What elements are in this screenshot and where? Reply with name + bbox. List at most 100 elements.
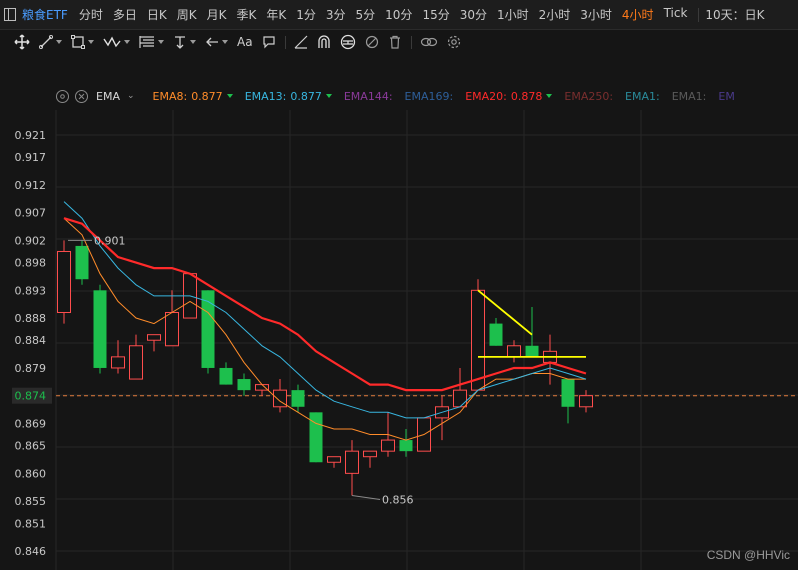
candle-body-down	[309, 412, 323, 463]
trend-arrow-icon	[325, 94, 332, 98]
candle-body-down	[399, 440, 413, 452]
candle-body-up	[363, 450, 377, 458]
candle-body-up	[381, 439, 395, 452]
candle	[255, 384, 269, 396]
legend-item[interactable]: EMA8: 0.877	[153, 90, 233, 103]
candle-body-down	[291, 390, 305, 407]
candle-body-down	[93, 290, 107, 368]
gear-icon[interactable]	[56, 89, 69, 103]
candle	[561, 379, 575, 424]
price-tick-label: 0.851	[15, 517, 47, 530]
candle	[93, 284, 107, 374]
price-tick-label: 0.884	[15, 334, 47, 347]
legend-item[interactable]: EMA20: 0.878	[465, 89, 553, 103]
legend-item-name: EMA144:	[343, 89, 393, 103]
candle-body-up	[111, 356, 125, 369]
candle	[201, 290, 215, 374]
low-price-label: 0.856	[382, 494, 414, 507]
price-tick-label: 0.898	[15, 257, 47, 270]
candle-body-down	[489, 323, 503, 346]
candle	[75, 240, 89, 285]
candle	[489, 318, 503, 346]
legend-item[interactable]: EMA169:	[405, 90, 454, 103]
price-tick-label: 0.888	[15, 312, 47, 325]
high-price-label: 0.901	[94, 234, 126, 247]
candle-body-down	[219, 367, 233, 385]
ema13-line	[63, 201, 587, 419]
candle	[453, 367, 467, 408]
chart-labels: 0.901 0.856	[68, 234, 414, 507]
legend-item-name: EMA169:	[404, 89, 454, 103]
price-tick-label: 0.893	[15, 284, 47, 297]
legend-item-name: EMA13:	[244, 89, 287, 103]
legend-item-value: 0.877	[191, 89, 223, 103]
legend-item[interactable]: EMA250:	[564, 90, 613, 103]
ema-lines	[63, 201, 587, 441]
legend-item-name: EMA1:	[625, 89, 660, 103]
candle	[327, 456, 341, 468]
price-tick-label: 0.907	[15, 207, 47, 220]
candle	[309, 412, 323, 463]
candle	[363, 450, 377, 468]
candle-body-up	[507, 345, 521, 358]
candle	[471, 279, 485, 391]
price-tick-label: 0.846	[15, 545, 47, 558]
indicator-name[interactable]: EMA	[96, 90, 120, 103]
candle-body-up	[453, 389, 467, 408]
legend-item-name: EMA1:	[671, 89, 707, 103]
price-tick-label: 0.917	[15, 151, 47, 164]
legend-item-name: EMA20:	[465, 89, 507, 103]
candle-body-up	[471, 289, 485, 391]
candle	[543, 334, 557, 385]
candle	[57, 240, 71, 324]
trend-arrow-icon	[226, 94, 233, 98]
candle-body-up	[165, 311, 179, 347]
candle-body-up	[327, 456, 341, 463]
ema8-line	[63, 217, 586, 441]
candle	[435, 395, 449, 441]
candle	[399, 428, 413, 457]
legend-item[interactable]: EMA1:	[625, 90, 660, 103]
legend-item-value: 0.878	[510, 89, 543, 103]
candle	[291, 384, 305, 413]
price-tick-label: 0.921	[15, 129, 47, 142]
legend-item[interactable]: EM	[718, 90, 734, 103]
close-icon[interactable]	[75, 89, 88, 103]
legend-item[interactable]: EMA13: 0.877	[245, 90, 332, 103]
indicator-legend: EMA ⌄ EMA8: 0.877 EMA13: 0.877 EMA144: EMA169…	[0, 86, 735, 106]
candle-body-down	[525, 345, 539, 357]
chevron-down-icon[interactable]: ⌄	[127, 91, 135, 101]
candle-body-up	[579, 395, 593, 408]
candle	[219, 362, 233, 385]
watermark: CSDN @HHVic	[706, 548, 790, 562]
candle-body-down	[75, 245, 89, 280]
candle-body-up	[57, 250, 71, 313]
candle	[129, 334, 143, 380]
price-tick-label: 0.912	[15, 179, 47, 192]
price-tick-label: 0.902	[15, 234, 47, 247]
candle	[237, 373, 251, 396]
candle	[273, 379, 287, 413]
price-tick-label: 0.874	[15, 390, 47, 403]
price-tick-label: 0.865	[15, 440, 47, 453]
candle-body-up	[129, 345, 143, 380]
legend-item[interactable]: EMA1:	[672, 90, 707, 103]
candle-body-down	[237, 379, 251, 391]
legend-item-name: EMA8:	[152, 89, 188, 103]
price-tick-label: 0.879	[15, 362, 47, 375]
candle-body-up	[147, 334, 161, 341]
legend-item-name: EMA250:	[564, 89, 614, 103]
price-tick-label: 0.869	[15, 417, 47, 430]
candle	[579, 390, 593, 413]
legend-item[interactable]: EMA144:	[344, 90, 393, 103]
candle	[345, 440, 359, 496]
legend-items: EMA8: 0.877 EMA13: 0.877 EMA144: EMA169: EMA20…	[141, 90, 735, 103]
candle-body-up	[345, 450, 359, 474]
price-tick-label: 0.855	[15, 495, 47, 508]
candle-body-down	[561, 379, 575, 407]
price-tick-label: 0.860	[15, 467, 47, 480]
trend-arrow-icon	[546, 94, 553, 98]
legend-item-value: 0.877	[290, 89, 322, 103]
candle	[165, 290, 179, 347]
legend-item-name: EM	[718, 89, 735, 103]
